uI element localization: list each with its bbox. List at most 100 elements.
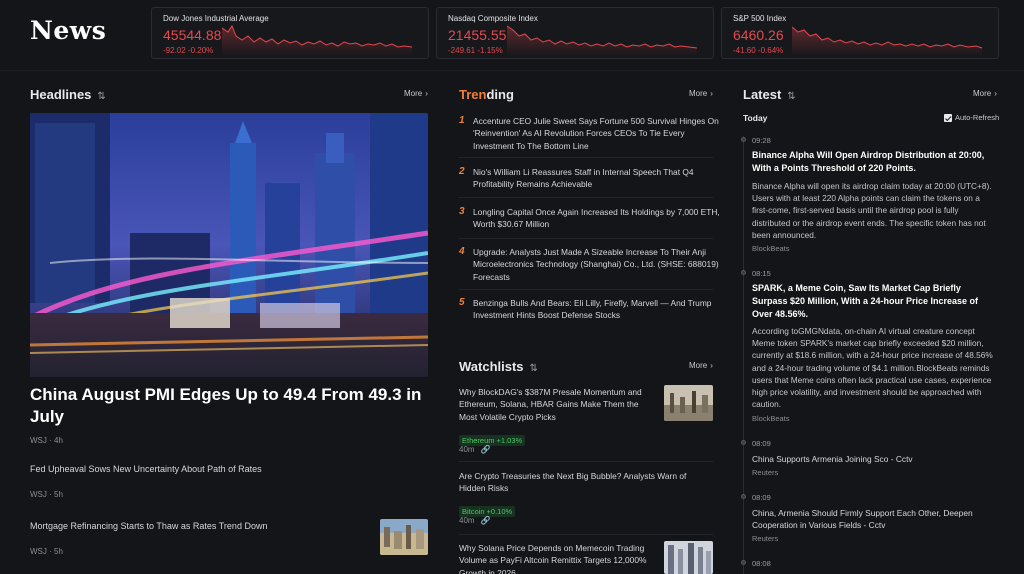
header-divider [0, 70, 1024, 71]
trending-rank: 2 [459, 166, 465, 177]
trending-item[interactable]: 1 Accenture CEO Julie Sweet Says Fortune… [459, 115, 719, 155]
watchlists-header: Watchlists ⇅ [459, 358, 538, 376]
headlines-more-link[interactable]: More › [404, 89, 428, 98]
ticker-value: 6460.26 [733, 27, 784, 43]
headlines-title[interactable]: Headlines [30, 87, 91, 102]
ticker-sp500[interactable]: S&P 500 Index 6460.26 -41.60 -0.64% [721, 7, 999, 59]
divider [459, 238, 713, 239]
chevron-right-icon: › [710, 361, 713, 370]
ticker-sparkline [507, 25, 698, 56]
chevron-right-icon: › [425, 89, 428, 98]
divider [459, 289, 713, 290]
timeline-line [743, 136, 744, 574]
timeline-dot [741, 440, 746, 445]
timeline-dot [741, 137, 746, 142]
timeline-dot [741, 560, 746, 565]
headline-item[interactable]: Mortgage Refinancing Starts to Thaw as R… [30, 521, 370, 531]
latest-item-source[interactable]: BlockBeats [752, 414, 790, 423]
latest-item-title[interactable]: Binance Alpha Will Open Airdrop Distribu… [752, 149, 997, 175]
trending-item[interactable]: 4 Upgrade: Analysts Just Made A Sizeable… [459, 246, 719, 286]
headlines-header: Headlines ⇅ [30, 86, 106, 104]
watchlists-title[interactable]: Watchlists [459, 359, 524, 374]
watchlist-item-text[interactable]: Why Solana Price Depends on Memecoin Tra… [459, 542, 655, 574]
headline-item-meta: WSJ · 5h [30, 547, 63, 556]
divider [459, 197, 713, 198]
coin-change: +0.10% [486, 507, 513, 516]
trending-item-text: Longling Capital Once Again Increased It… [473, 207, 720, 230]
latest-item-body: According toGMGNdata, on-chain AI virtua… [752, 326, 993, 410]
ticker-dow-jones[interactable]: Dow Jones Industrial Average 45544.88 -9… [151, 7, 429, 59]
trending-title[interactable]: Trending [459, 87, 514, 102]
ticker-change: -92.02 -0.20% [163, 46, 214, 55]
latest-item-source[interactable]: Reuters [752, 534, 778, 543]
latest-item-title[interactable]: SPARK, a Meme Coin, Saw Its Market Cap B… [752, 282, 997, 321]
headline-item-thumbnail[interactable] [380, 519, 428, 555]
coin-name: Bitcoin [462, 507, 485, 516]
trending-rank: 3 [459, 206, 465, 217]
checkbox-checked-icon[interactable] [944, 114, 952, 123]
app-logo[interactable]: News [30, 16, 106, 45]
auto-refresh-label: Auto-Refresh [955, 113, 1000, 122]
ticker-sparkline [222, 24, 413, 56]
ticker-value: 45544.88 [163, 27, 222, 43]
more-label: More [689, 89, 708, 98]
trending-rank: 5 [459, 297, 465, 308]
today-label: Today [743, 113, 768, 123]
latest-item-time: 08:09 [752, 439, 771, 448]
headline-hero-image[interactable] [30, 113, 428, 377]
trending-title-rest: ding [486, 87, 514, 102]
latest-header: Latest ⇅ [743, 86, 796, 104]
coin-change: +1.03% [496, 436, 523, 445]
watchlist-item-thumbnail[interactable] [664, 385, 713, 421]
watchlist-item-text[interactable]: Are Crypto Treasuries the Next Big Bubbl… [459, 470, 713, 495]
ticker-nasdaq[interactable]: Nasdaq Composite Index 21455.55 -249.61 … [436, 7, 714, 59]
trending-more-link[interactable]: More › [689, 89, 713, 98]
ticker-change: -249.61 -1.15% [448, 46, 503, 55]
link-icon[interactable]: 🔗 [481, 445, 491, 454]
link-icon[interactable]: 🔗 [481, 516, 491, 525]
trending-rank: 4 [459, 246, 465, 257]
auto-refresh-toggle[interactable]: Auto-Refresh [944, 113, 1000, 123]
latest-item-time: 08:15 [752, 269, 771, 278]
latest-item-source[interactable]: BlockBeats [752, 244, 790, 253]
trending-item-text: Upgrade: Analysts Just Made A Sizeable I… [473, 247, 719, 282]
trending-item[interactable]: 2 Nio's William Li Reassures Staff in In… [459, 166, 713, 194]
watchlist-item-thumbnail[interactable] [664, 541, 713, 574]
latest-item-source[interactable]: Reuters [752, 468, 778, 477]
latest-title[interactable]: Latest [743, 87, 781, 102]
ticker-name: S&P 500 Index [733, 14, 787, 23]
headline-main-title[interactable]: China August PMI Edges Up to 49.4 From 4… [30, 384, 428, 428]
trending-item[interactable]: 3 Longling Capital Once Again Increased … [459, 206, 720, 234]
coin-name: Ethereum [462, 436, 495, 445]
divider [459, 534, 713, 535]
chevron-right-icon: › [710, 89, 713, 98]
latest-item-body: Binance Alpha will open its airdrop clai… [752, 181, 992, 240]
sort-icon[interactable]: ⇅ [530, 363, 538, 374]
watchlists-more-link[interactable]: More › [689, 361, 713, 370]
chevron-right-icon: › [994, 89, 997, 98]
item-age: 40m [459, 445, 475, 454]
latest-item-title[interactable]: China, Armenia Should Firmly Support Eac… [752, 507, 997, 532]
headline-main-meta: WSJ · 4h [30, 436, 63, 445]
sort-icon[interactable]: ⇅ [97, 91, 105, 102]
watchlist-item-text[interactable]: Why BlockDAG's $387M Presale Momentum an… [459, 386, 655, 423]
latest-more-link[interactable]: More › [973, 89, 997, 98]
divider [459, 157, 713, 158]
trending-item-text: Accenture CEO Julie Sweet Says Fortune 5… [473, 116, 719, 151]
latest-item-title[interactable]: China Supports Armenia Joining Sco - Cct… [752, 453, 997, 465]
trending-rank: 1 [459, 115, 465, 126]
more-label: More [404, 89, 423, 98]
divider [459, 461, 713, 462]
latest-item-time: 08:09 [752, 493, 771, 502]
headline-item[interactable]: Fed Upheaval Sows New Uncertainty About … [30, 464, 428, 474]
timeline-dot [741, 270, 746, 275]
ticker-change: -41.60 -0.64% [733, 46, 784, 55]
timeline-dot [741, 494, 746, 499]
more-label: More [973, 89, 992, 98]
trending-item[interactable]: 5 Benzinga Bulls And Bears: Eli Lilly, F… [459, 297, 713, 325]
trending-item-text: Benzinga Bulls And Bears: Eli Lilly, Fir… [473, 298, 712, 321]
ticker-value: 21455.55 [448, 27, 507, 43]
trending-title-highlight: Tren [459, 87, 487, 102]
sort-icon[interactable]: ⇅ [787, 91, 795, 102]
headline-item-meta: WSJ · 5h [30, 490, 63, 499]
